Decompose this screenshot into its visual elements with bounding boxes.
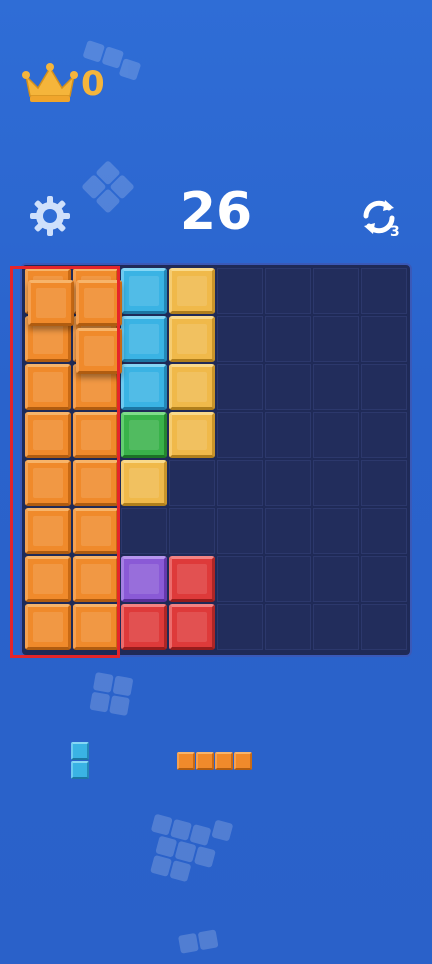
board-block <box>121 556 167 602</box>
refresh-count: 3 <box>390 224 400 240</box>
board-block <box>121 316 167 362</box>
board-cell-empty <box>217 316 263 362</box>
tray-piece-block <box>177 752 195 770</box>
tray-piece-block <box>196 752 214 770</box>
board-cell-empty <box>265 364 311 410</box>
board-cell-empty <box>265 460 311 506</box>
board-cell-empty <box>217 268 263 314</box>
tray-piece-block <box>215 752 233 770</box>
tray-piece-horizontal[interactable] <box>177 752 257 772</box>
board-block <box>169 412 215 458</box>
board-cell-empty <box>217 460 263 506</box>
board-block <box>121 268 167 314</box>
board-block <box>121 460 167 506</box>
board-cell-empty <box>361 412 407 458</box>
board-cell-empty <box>361 316 407 362</box>
board-block <box>121 412 167 458</box>
board-block <box>169 316 215 362</box>
board-cell-empty <box>361 604 407 650</box>
crown-icon <box>22 63 78 102</box>
tray-piece-block <box>71 742 89 760</box>
board-cell-empty <box>265 604 311 650</box>
board-block <box>169 268 215 314</box>
board-cell-empty <box>361 460 407 506</box>
placement-highlight <box>10 266 120 658</box>
board-cell-empty <box>265 316 311 362</box>
board-block <box>169 604 215 650</box>
board-cell-empty <box>313 268 359 314</box>
board-cell-empty <box>169 460 215 506</box>
best-score: 0 <box>81 64 105 104</box>
tray-piece-vertical[interactable] <box>71 742 91 782</box>
board-cell-empty <box>313 604 359 650</box>
board-cell-empty <box>217 508 263 554</box>
board-cell-empty <box>361 364 407 410</box>
board-cell-empty <box>313 412 359 458</box>
board-cell-empty <box>265 556 311 602</box>
board-cell-empty <box>265 268 311 314</box>
board-block <box>121 604 167 650</box>
tray-piece-block <box>71 761 89 779</box>
tray-piece-block <box>234 752 252 770</box>
board-cell-empty <box>217 364 263 410</box>
board-cell-empty <box>217 556 263 602</box>
board-cell-empty <box>361 508 407 554</box>
board-cell-empty <box>361 268 407 314</box>
board-cell-empty <box>169 508 215 554</box>
board-cell-empty <box>313 364 359 410</box>
board-cell-empty <box>313 556 359 602</box>
board-cell-empty <box>313 508 359 554</box>
board-block <box>169 364 215 410</box>
board-cell-empty <box>217 412 263 458</box>
board-cell-empty <box>265 508 311 554</box>
board-cell-empty <box>217 604 263 650</box>
board-cell-empty <box>313 460 359 506</box>
board-cell-empty <box>313 316 359 362</box>
board-cell-empty <box>121 508 167 554</box>
board-cell-empty <box>361 556 407 602</box>
board-block <box>121 364 167 410</box>
board-block <box>169 556 215 602</box>
board-cell-empty <box>265 412 311 458</box>
